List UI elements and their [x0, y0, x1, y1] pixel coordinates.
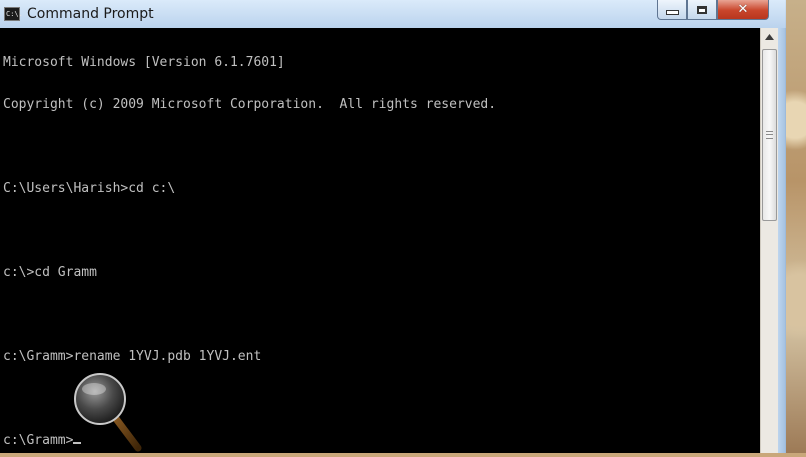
grip-icon	[766, 131, 773, 139]
close-button[interactable]: ✕	[717, 0, 769, 20]
console-line: C:\Users\Harish>cd c:\	[3, 181, 176, 196]
maximize-icon	[697, 5, 707, 14]
magnifier-icon[interactable]	[72, 372, 144, 452]
window-frame-right	[778, 28, 786, 453]
close-icon: ✕	[737, 2, 749, 17]
cmd-app-icon[interactable]: C:\.	[4, 7, 23, 21]
console-line: Copyright (c) 2009 Microsoft Corporation…	[3, 97, 497, 112]
maximize-button[interactable]	[687, 0, 717, 20]
vertical-scrollbar[interactable]	[760, 28, 778, 453]
console-line: Microsoft Windows [Version 6.1.7601]	[3, 55, 285, 70]
prompt-text: c:\Gramm>	[3, 433, 74, 448]
console-line: c:\Gramm>rename 1YVJ.pdb 1YVJ.ent	[3, 349, 262, 364]
scrollbar-thumb[interactable]	[762, 49, 777, 221]
minimize-button[interactable]	[657, 0, 687, 20]
title-bar[interactable]: C:\. Command Prompt ✕	[0, 0, 786, 28]
window-title: Command Prompt	[27, 6, 154, 22]
minimize-icon	[665, 10, 679, 15]
scroll-up-arrow-icon[interactable]	[762, 29, 777, 45]
console-line: c:\>cd Gramm	[3, 265, 97, 280]
